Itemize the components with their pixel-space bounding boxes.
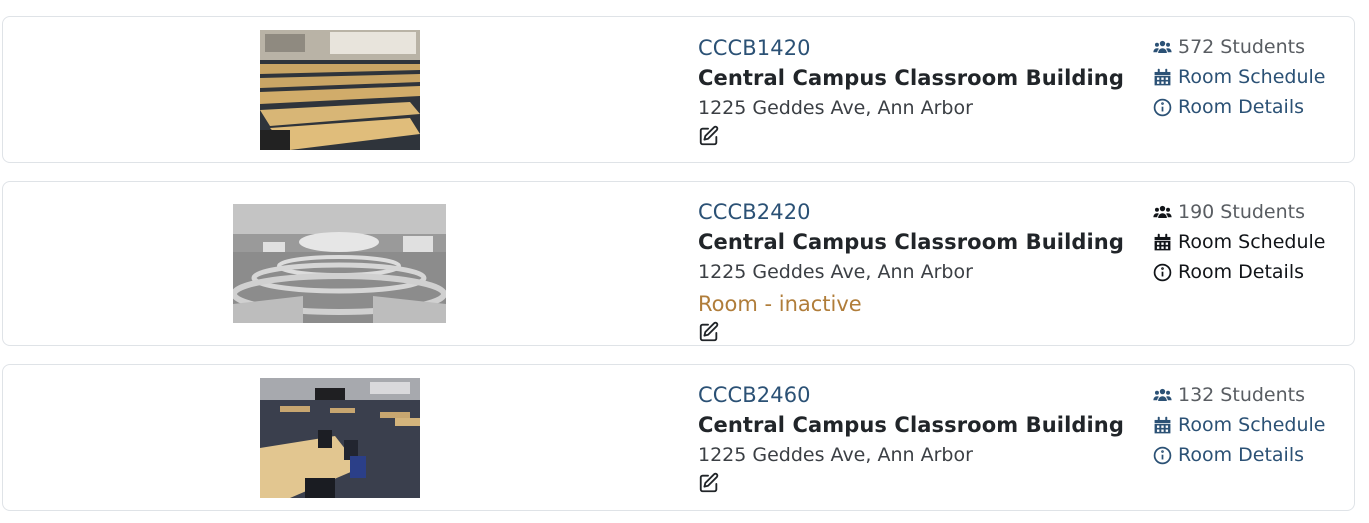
room-details-label[interactable]: Room Details <box>1178 444 1304 466</box>
room-actions: 190 Students Room Schedule Room Details <box>1153 197 1325 287</box>
calendar-icon <box>1154 233 1171 250</box>
info-circle-icon <box>1153 446 1172 464</box>
room-schedule-link[interactable]: Room Schedule <box>1153 410 1325 440</box>
room-photo <box>260 30 420 150</box>
room-details-link[interactable]: Room Details <box>1153 257 1325 287</box>
building-name: Central Campus Classroom Building <box>698 230 1124 254</box>
room-address: 1225 Geddes Ave, Ann Arbor <box>698 444 973 466</box>
room-address: 1225 Geddes Ave, Ann Arbor <box>698 261 973 283</box>
calendar-icon <box>1154 68 1171 85</box>
calendar-icon <box>1154 416 1171 433</box>
room-card: CCCB2460 Central Campus Classroom Buildi… <box>2 364 1355 511</box>
room-details-label[interactable]: Room Details <box>1178 261 1304 283</box>
room-photo <box>233 204 446 323</box>
room-schedule-link[interactable]: Room Schedule <box>1153 227 1325 257</box>
room-photo <box>260 378 420 498</box>
capacity-text: 190 Students <box>1178 201 1305 223</box>
room-info: CCCB2420 Central Campus Classroom Buildi… <box>698 197 1124 343</box>
room-details-link[interactable]: Room Details <box>1153 92 1325 122</box>
room-status: Room - inactive <box>698 292 862 316</box>
capacity-text: 572 Students <box>1178 36 1305 58</box>
room-address: 1225 Geddes Ave, Ann Arbor <box>698 97 973 119</box>
users-icon <box>1153 205 1172 218</box>
room-list: CCCB1420 Central Campus Classroom Buildi… <box>0 0 1369 523</box>
users-icon <box>1153 388 1172 401</box>
info-circle-icon <box>1153 98 1172 116</box>
capacity: 132 Students <box>1153 380 1325 410</box>
capacity-text: 132 Students <box>1178 384 1305 406</box>
room-schedule-label[interactable]: Room Schedule <box>1178 231 1325 253</box>
info-circle-icon <box>1153 263 1172 281</box>
room-info: CCCB2460 Central Campus Classroom Buildi… <box>698 380 1124 494</box>
building-name: Central Campus Classroom Building <box>698 413 1124 437</box>
room-id-link[interactable]: CCCB1420 <box>698 33 1124 63</box>
edit-icon[interactable] <box>698 321 720 343</box>
capacity: 190 Students <box>1153 197 1325 227</box>
room-actions: 132 Students Room Schedule Room Details <box>1153 380 1325 470</box>
room-card: CCCB1420 Central Campus Classroom Buildi… <box>2 16 1355 163</box>
edit-icon[interactable] <box>698 472 720 494</box>
room-schedule-label[interactable]: Room Schedule <box>1178 414 1325 436</box>
room-id-link[interactable]: CCCB2420 <box>698 197 1124 227</box>
edit-icon[interactable] <box>698 125 720 147</box>
room-details-link[interactable]: Room Details <box>1153 440 1325 470</box>
room-id-link[interactable]: CCCB2460 <box>698 380 1124 410</box>
room-schedule-label[interactable]: Room Schedule <box>1178 66 1325 88</box>
room-schedule-link[interactable]: Room Schedule <box>1153 62 1325 92</box>
capacity: 572 Students <box>1153 32 1325 62</box>
room-actions: 572 Students Room Schedule Room Details <box>1153 32 1325 122</box>
building-name: Central Campus Classroom Building <box>698 66 1124 90</box>
room-card: CCCB2420 Central Campus Classroom Buildi… <box>2 181 1355 346</box>
room-details-label[interactable]: Room Details <box>1178 96 1304 118</box>
room-info: CCCB1420 Central Campus Classroom Buildi… <box>698 33 1124 147</box>
users-icon <box>1153 40 1172 53</box>
